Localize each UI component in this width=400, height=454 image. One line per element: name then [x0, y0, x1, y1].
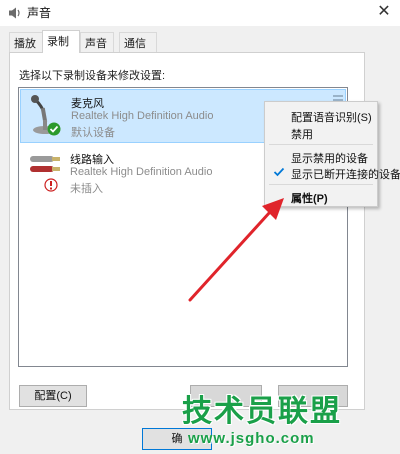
menu-separator [269, 184, 373, 185]
tab-sounds[interactable]: 声音 [80, 32, 114, 52]
check-icon [273, 167, 285, 177]
configure-button[interactable]: 配置(C) [19, 385, 87, 407]
menu-item-disable[interactable]: 禁用 [291, 126, 313, 142]
tab-communications[interactable]: 通信 [119, 32, 157, 52]
menu-item-configure-speech[interactable]: 配置语音识别(S) [291, 109, 372, 125]
watermark-logo: 技术员联盟 [182, 395, 342, 428]
menu-item-show-disabled[interactable]: 显示禁用的设备 [291, 150, 368, 166]
menu-item-show-disconnected[interactable]: 显示已断开连接的设备 [291, 166, 400, 182]
watermark-url: www.jsgho.com [188, 430, 315, 447]
context-menu: 配置语音识别(S) 禁用 显示禁用的设备 显示已断开连接的设备 属性(P) [264, 101, 400, 207]
default-check-icon [47, 122, 61, 136]
unplugged-icon [44, 178, 58, 192]
device-name: 线路输入 [70, 154, 114, 166]
device-status: 未插入 [70, 183, 103, 195]
close-button[interactable]: ✕ [368, 0, 400, 26]
window-title: 声音 [27, 6, 52, 20]
menu-item-properties[interactable]: 属性(P) [291, 190, 328, 206]
instruction-text: 选择以下录制设备来修改设置: [19, 70, 166, 82]
device-name: 麦克风 [71, 98, 104, 110]
device-driver: Realtek High Definition Audio [71, 110, 214, 122]
device-status: 默认设备 [71, 127, 115, 139]
tab-playback[interactable]: 播放 [9, 32, 43, 52]
title-bar: 声音 ✕ [0, 0, 400, 26]
menu-separator [269, 144, 373, 145]
tab-recording[interactable]: 录制 [42, 30, 80, 53]
device-driver: Realtek High Definition Audio [70, 166, 213, 178]
speaker-icon [9, 7, 20, 19]
